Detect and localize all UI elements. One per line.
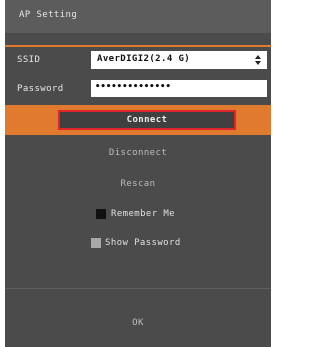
password-field[interactable]: •••••••••••••• (91, 80, 267, 97)
connect-row-highlight: Connect (5, 105, 271, 135)
accent-divider (5, 45, 271, 47)
ssid-label: SSID (17, 55, 41, 65)
ssid-selected-value: AverDIGI2(2.4 G) (97, 54, 191, 64)
show-password-label: Show Password (105, 238, 181, 248)
ap-setting-dialog: AP Setting SSID AverDIGI2(2.4 G) Passwor… (5, 0, 271, 347)
ok-button[interactable]: OK (5, 318, 271, 328)
title-bar: AP Setting (5, 0, 271, 33)
password-masked-value: •••••••••••••• (95, 82, 171, 92)
dialog-title: AP Setting (19, 10, 78, 20)
show-password-checkbox[interactable] (91, 238, 101, 248)
footer-divider (5, 288, 271, 289)
disconnect-button[interactable]: Disconnect (5, 148, 271, 158)
remember-me-label: Remember Me (111, 209, 176, 219)
password-label: Password (17, 84, 64, 94)
connect-button[interactable]: Connect (58, 110, 236, 130)
ssid-select[interactable]: AverDIGI2(2.4 G) (91, 51, 267, 69)
remember-me-checkbox[interactable] (96, 209, 106, 219)
select-arrows-icon (255, 55, 261, 65)
rescan-button[interactable]: Rescan (5, 179, 271, 189)
